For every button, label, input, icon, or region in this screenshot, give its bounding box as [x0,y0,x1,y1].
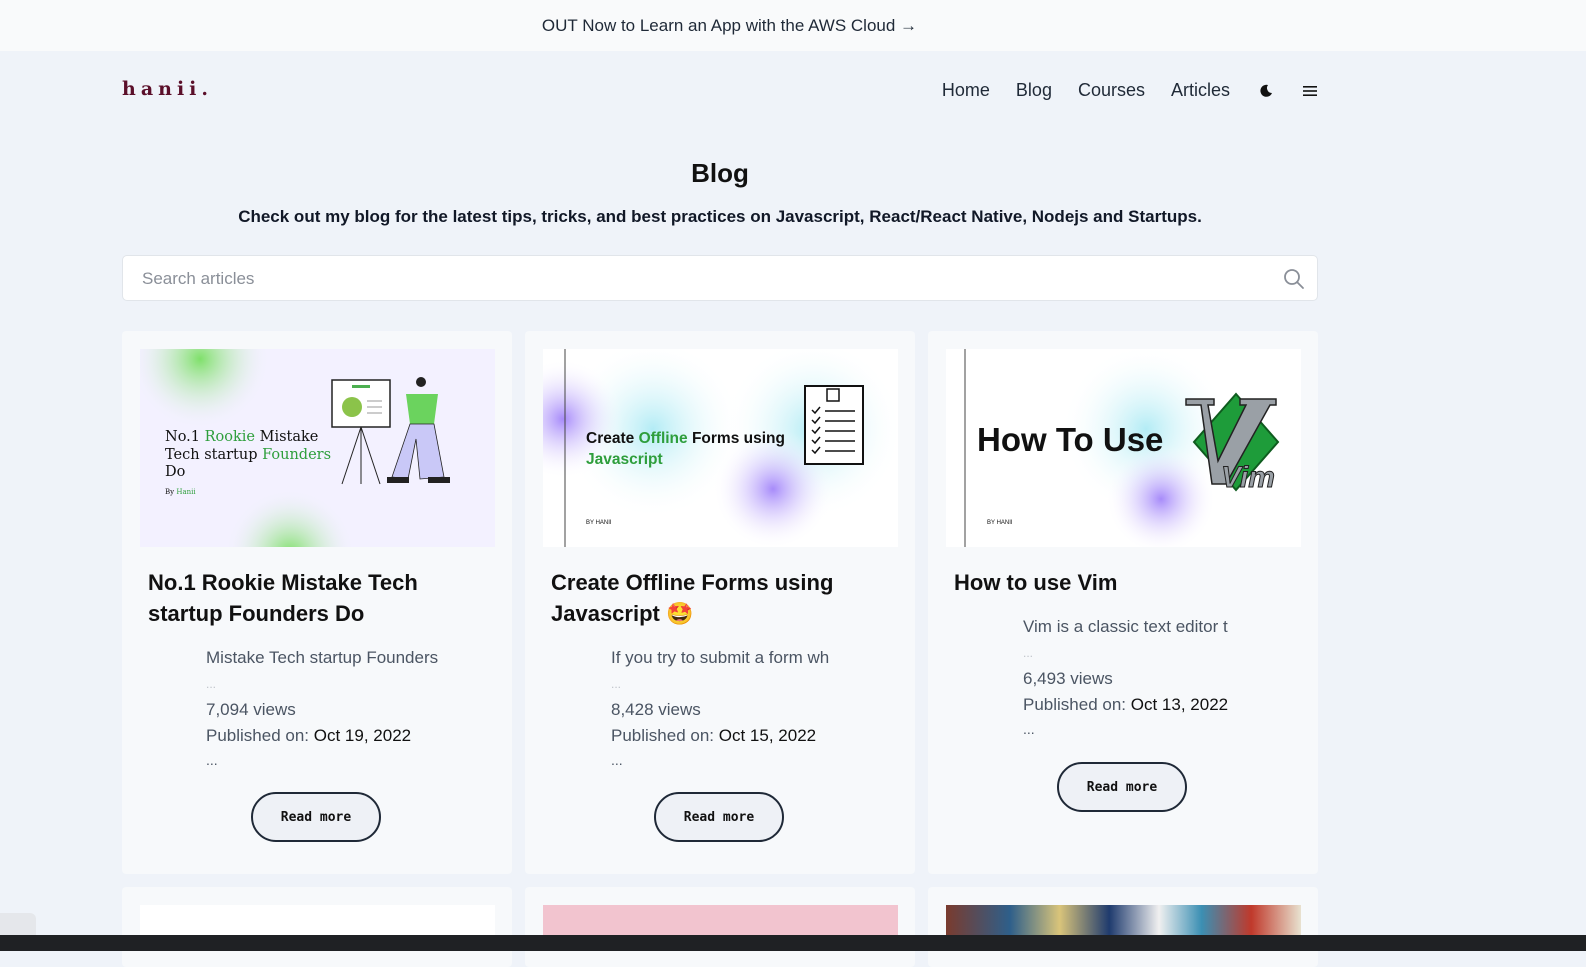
post-excerpt-fade: ... [206,677,217,691]
post-excerpt: Vim is a classic text editor t [1023,617,1228,636]
main-nav: Home Blog Courses Articles [916,80,1318,101]
site-logo[interactable]: hanii. [122,78,213,100]
post-excerpt: If you try to submit a form wh [611,648,830,667]
published-label: Published on: [206,726,310,745]
taskbar [0,935,1586,951]
search-icon[interactable] [1283,268,1305,290]
search-input[interactable] [140,256,1264,302]
post-excerpt: Mistake Tech startup Founders [206,648,439,667]
post-ellipsis: ... [1023,721,1035,737]
thumb-byline: BY HANII [586,520,612,526]
page-subtitle: Check out my blog for the latest tips, t… [238,207,1202,226]
corner-widget[interactable] [0,913,36,935]
post-meta: Vim is a classic text editor t ... 6,493… [1023,614,1228,740]
star-struck-emoji: 🤩 [665,601,694,626]
post-views: 8,428 views [611,700,701,719]
thumb-text: Mistake [259,429,319,445]
thumb-text: Javascript [586,451,663,468]
post-title[interactable]: Create Offline Forms using Javascript 🤩 [551,567,891,629]
post-thumbnail[interactable]: No.1 Rookie Mistake Tech startup Founder… [140,349,495,547]
read-more-button[interactable]: Read more [1057,762,1187,812]
nav-home[interactable]: Home [942,80,990,101]
post-title[interactable]: No.1 Rookie Mistake Tech startup Founder… [148,567,488,629]
thumb-text: Tech startup [165,446,258,463]
post-card[interactable]: No.1 Rookie Mistake Tech startup Founder… [122,331,512,874]
read-more-button[interactable]: Read more [251,792,381,842]
nav-articles[interactable]: Articles [1171,80,1230,101]
post-title[interactable]: How to use Vim [954,567,1294,598]
read-more-button[interactable]: Read more [654,792,784,842]
thumb-text: No.1 [165,429,200,445]
post-card[interactable] [525,887,915,967]
thumb-text: Rookie [204,429,255,445]
thumb-text: Do [165,464,186,480]
post-excerpt-fade: ... [611,677,622,691]
nav-courses[interactable]: Courses [1078,80,1145,101]
post-date: Oct 15, 2022 [718,726,817,745]
menu-icon[interactable] [1302,83,1318,99]
post-views: 6,493 views [1023,669,1113,688]
published-label: Published on: [611,726,715,745]
moon-icon[interactable] [1258,83,1274,99]
nav-blog[interactable]: Blog [1016,80,1052,101]
published-label: Published on: [1023,695,1127,714]
thumb-author: Hanii [176,488,196,496]
post-ellipsis: ... [206,752,218,768]
post-thumbnail[interactable]: How To Use Vim BY HANII [946,349,1301,547]
post-card[interactable]: How To Use Vim BY HANII How to use Vim V… [928,331,1318,874]
promo-banner[interactable]: OUT Now to Learn an App with the AWS Clo… [0,0,1586,51]
thumb-text: Founders [262,446,332,463]
post-ellipsis: ... [611,752,623,768]
post-meta: Mistake Tech startup Founders ... 7,094 … [206,645,438,771]
search-bar [122,255,1318,302]
post-views: 7,094 views [206,700,296,719]
page-title: Blog [691,158,749,188]
post-thumbnail[interactable]: Create Offline Forms using Javascript BY… [543,349,898,547]
post-date: Oct 19, 2022 [313,726,412,745]
post-card[interactable] [122,887,512,967]
thumb-text: Create [586,430,635,447]
post-meta: If you try to submit a form wh ... 8,428… [611,645,829,771]
vim-logo-text: Vim [1221,461,1276,495]
thumb-text: Offline [638,430,688,447]
thumb-text: Forms using [691,430,785,447]
post-excerpt-fade: ... [1023,646,1034,660]
post-date: Oct 13, 2022 [1130,695,1229,714]
post-card[interactable] [928,887,1318,967]
thumb-byline: BY HANII [987,520,1013,526]
thumb-byline: By [165,488,175,496]
post-card[interactable]: Create Offline Forms using Javascript BY… [525,331,915,874]
promo-text[interactable]: OUT Now to Learn an App with the AWS Clo… [542,16,917,36]
thumb-text: How To Use [977,421,1164,458]
